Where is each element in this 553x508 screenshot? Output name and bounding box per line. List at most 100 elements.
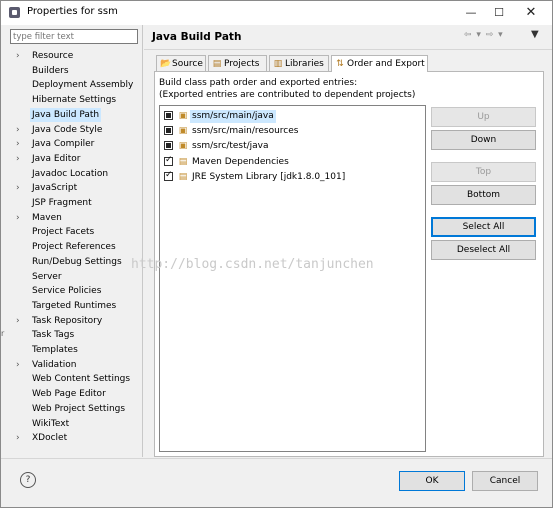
- source-folder-icon: ▣: [178, 126, 188, 137]
- sidebar-item-label: Run/Debug Settings: [32, 256, 122, 267]
- header-separator: [144, 49, 552, 50]
- sidebar-item[interactable]: Targeted Runtimes: [16, 299, 136, 313]
- chevron-right-icon[interactable]: ›: [16, 314, 26, 328]
- pane-divider[interactable]: [142, 25, 143, 457]
- classpath-entry[interactable]: ▣ ssm/src/main/java: [164, 110, 334, 123]
- sidebar-item-label: Java Editor: [32, 153, 81, 164]
- sidebar-item[interactable]: Javadoc Location: [16, 167, 136, 181]
- sidebar-item-label: JavaScript: [32, 183, 78, 194]
- tab-source[interactable]: 📂Source: [156, 55, 206, 71]
- chevron-right-icon[interactable]: ›: [16, 181, 26, 195]
- sidebar-item[interactable]: Web Page Editor: [16, 387, 136, 401]
- down-button[interactable]: Down: [431, 130, 536, 150]
- sidebar-item[interactable]: Run/Debug Settings: [16, 255, 136, 269]
- chevron-right-icon[interactable]: ›: [16, 49, 26, 63]
- folder-icon: 📂: [160, 59, 172, 69]
- sidebar-item[interactable]: › Task Repository: [16, 314, 136, 328]
- chevron-right-icon[interactable]: ›: [16, 123, 26, 137]
- sidebar-item-label: Java Compiler: [32, 139, 95, 150]
- export-checkbox[interactable]: [164, 170, 173, 181]
- sidebar-item-label: Targeted Runtimes: [32, 300, 117, 311]
- sidebar-item[interactable]: Service Policies: [16, 284, 136, 298]
- sidebar-item-label: Maven: [32, 212, 62, 223]
- libraries-icon: ▥: [273, 59, 283, 69]
- maximize-button[interactable]: ☐: [485, 3, 513, 23]
- sidebar-item-label: Java Build Path: [30, 107, 102, 122]
- tab-order-and-export[interactable]: ⇅ Order and Export: [331, 55, 428, 72]
- sidebar-item[interactable]: › Resource: [16, 49, 136, 63]
- cancel-button[interactable]: Cancel: [472, 471, 538, 491]
- chevron-right-icon[interactable]: ›: [16, 358, 26, 372]
- back-forward-arrows[interactable]: ⇦ ▾ ⇨ ▾: [464, 30, 504, 40]
- classpath-entry[interactable]: ▣ ssm/src/main/resources: [164, 125, 334, 138]
- sidebar-item[interactable]: › Validation: [16, 358, 136, 372]
- sidebar-item[interactable]: Builders: [16, 64, 136, 78]
- sidebar-item[interactable]: Deployment Assembly: [16, 78, 136, 92]
- classpath-entry-list[interactable]: ▣ ssm/src/main/java ▣ ssm/src/main/resource…: [159, 105, 426, 452]
- close-button[interactable]: ✕: [517, 3, 545, 23]
- sidebar-item[interactable]: › Maven: [16, 211, 136, 225]
- up-button[interactable]: Up: [431, 107, 536, 127]
- sidebar-item[interactable]: › Java Compiler: [16, 137, 136, 151]
- tab-projects[interactable]: ▤ Projects: [208, 55, 267, 71]
- tab-libraries[interactable]: ▥ Libraries: [269, 55, 329, 71]
- filter-input[interactable]: [10, 29, 138, 44]
- sidebar-item[interactable]: WikiText: [16, 417, 136, 431]
- sidebar-item-label: Javadoc Location: [32, 168, 109, 179]
- sidebar-item[interactable]: Web Project Settings: [16, 402, 136, 416]
- sidebar-item[interactable]: JSP Fragment: [16, 196, 136, 210]
- tab-label: Projects: [224, 59, 260, 69]
- sidebar-item[interactable]: › XDoclet: [16, 431, 136, 445]
- sidebar-item-label: Validation: [32, 359, 77, 370]
- sidebar-item[interactable]: Project Facets: [16, 225, 136, 239]
- ok-button[interactable]: OK: [399, 471, 465, 491]
- minimize-button[interactable]: —: [457, 3, 485, 23]
- select-all-button[interactable]: Select All: [431, 217, 536, 237]
- chevron-right-icon[interactable]: ›: [16, 137, 26, 151]
- chevron-right-icon[interactable]: ›: [16, 152, 26, 166]
- sidebar-item[interactable]: Project References: [16, 240, 136, 254]
- sidebar-item-label: Deployment Assembly: [32, 80, 134, 91]
- export-checkbox[interactable]: [164, 155, 173, 166]
- order-description: Build class path order and exported entr…: [159, 78, 358, 88]
- sidebar-item-label: Builders: [32, 65, 69, 76]
- classpath-entry[interactable]: ▤ JRE System Library [jdk1.8.0_101]: [164, 170, 345, 184]
- sidebar-item[interactable]: › Java Editor: [16, 152, 136, 166]
- source-folder-icon: ▣: [178, 141, 188, 152]
- sidebar-item[interactable]: Server: [16, 270, 136, 284]
- tab-label: Order and Export: [347, 59, 425, 69]
- sidebar-item[interactable]: Hibernate Settings: [16, 93, 136, 107]
- title-bar: Properties for ssm — ☐ ✕: [1, 1, 552, 25]
- sidebar-item-label: Project References: [32, 242, 116, 253]
- sidebar-item-label: Server: [32, 271, 62, 282]
- view-menu-icon[interactable]: ▼: [531, 29, 539, 40]
- classpath-entry[interactable]: ▤ Maven Dependencies: [164, 155, 334, 169]
- footer-separator: [1, 458, 552, 459]
- page-title: Java Build Path: [152, 31, 242, 43]
- bottom-button[interactable]: Bottom: [431, 185, 536, 205]
- sidebar-item[interactable]: › JavaScript: [16, 181, 136, 195]
- deselect-all-button[interactable]: Deselect All: [431, 240, 536, 260]
- entry-label: Maven Dependencies: [192, 156, 289, 167]
- sidebar-item-label: Hibernate Settings: [32, 95, 117, 106]
- export-checkbox[interactable]: [164, 141, 173, 151]
- sidebar-item[interactable]: Templates: [16, 343, 136, 357]
- sidebar-item[interactable]: Java Build Path: [16, 107, 136, 122]
- sidebar-item[interactable]: Task Tags: [16, 328, 136, 342]
- library-icon: ▤: [178, 171, 188, 182]
- top-button[interactable]: Top: [431, 162, 536, 182]
- entry-label: JRE System Library [jdk1.8.0_101]: [192, 171, 346, 182]
- help-icon[interactable]: ?: [20, 472, 36, 488]
- edge-fragment: r: [1, 329, 5, 338]
- sidebar-item[interactable]: Web Content Settings: [16, 372, 136, 386]
- tab-label: Libraries: [285, 59, 324, 69]
- export-checkbox[interactable]: [164, 126, 173, 136]
- chevron-right-icon[interactable]: ›: [16, 211, 26, 225]
- sidebar-item[interactable]: › Java Code Style: [16, 123, 136, 137]
- sidebar-item-label: Service Policies: [32, 286, 102, 297]
- export-checkbox[interactable]: [164, 111, 173, 120]
- sidebar-item-label: Web Content Settings: [32, 374, 131, 385]
- entry-label: ssm/src/main/resources: [192, 126, 299, 137]
- classpath-entry[interactable]: ▣ ssm/src/test/java: [164, 140, 334, 153]
- chevron-right-icon[interactable]: ›: [16, 431, 26, 445]
